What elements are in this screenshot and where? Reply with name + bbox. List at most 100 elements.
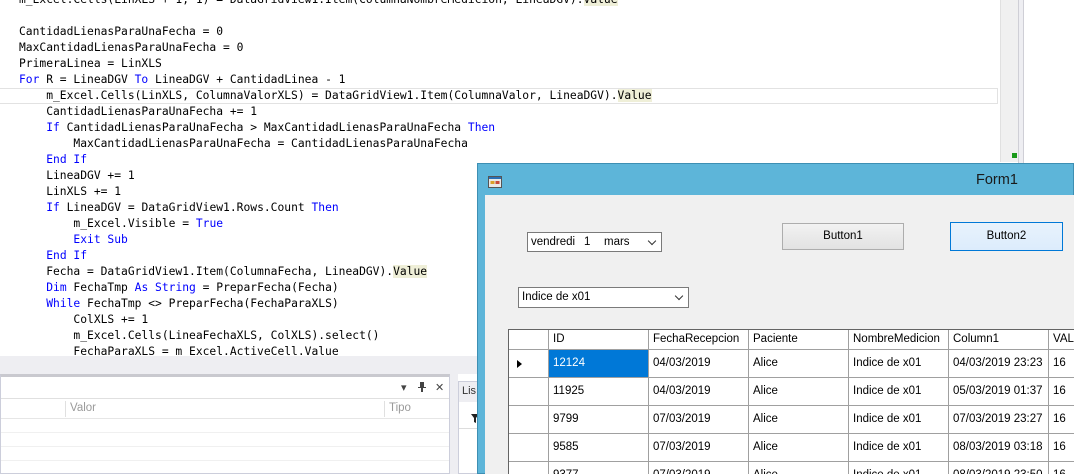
code-line: Fecha = DataGridView1.Item(ColumnaFecha,… <box>19 264 428 280</box>
code-token: CantidadLienasParaUnaFecha = 0 <box>19 25 224 38</box>
code-line: FechaParaXLS = m_Excel.ActiveCell.Value <box>19 344 339 356</box>
table-row[interactable]: 12124 04/03/2019 Alice Indice de x01 04/03/2… <box>509 350 1074 378</box>
grid-corner-header[interactable] <box>509 330 549 350</box>
column-header-value[interactable]: Valor <box>70 402 96 414</box>
code-token: CantidadLienasParaUnaFecha += 1 <box>19 105 258 118</box>
grid-cell[interactable]: 9377 <box>549 462 649 474</box>
grid-column-header[interactable]: FechaRecepcion <box>649 330 749 350</box>
code-token: ColXLS += 1 <box>19 313 149 326</box>
code-token: PrimeraLinea = LinXLS <box>19 57 162 70</box>
table-row[interactable]: 9799 07/03/2019 Alice Indice de x01 07/03/20… <box>509 406 1074 434</box>
code-keyword: Exit Sub <box>73 233 128 246</box>
code-token: FechaParaXLS = m_Excel.ActiveCell.Value <box>19 345 339 356</box>
date-month: mars <box>604 236 630 248</box>
grid-cell[interactable]: 07/03/2019 23:27 <box>949 406 1049 434</box>
code-line: End If <box>19 152 87 168</box>
button2[interactable]: Button2 <box>950 222 1063 251</box>
code-token: R = LineaDGV <box>39 73 135 86</box>
data-grid-view[interactable]: ID FechaRecepcion Paciente NombreMedicio… <box>508 329 1074 474</box>
grid-cell[interactable]: 9585 <box>549 434 649 462</box>
grid-cell[interactable]: Indice de x01 <box>849 378 949 406</box>
grid-cell[interactable]: 9799 <box>549 406 649 434</box>
grid-cell[interactable]: Indice de x01 <box>849 406 949 434</box>
grid-cell[interactable]: Indice de x01 <box>849 434 949 462</box>
grid-cell[interactable]: 07/03/2019 <box>649 434 749 462</box>
code-line: If LineaDGV = DataGridView1.Rows.Count T… <box>19 200 338 216</box>
grid-cell[interactable]: 07/03/2019 <box>649 462 749 474</box>
code-line: Dim FechaTmp As String = PreparFecha(Fec… <box>19 280 338 296</box>
code-line: MaxCantidadLienasParaUnaFecha = 0 <box>19 40 243 56</box>
row-header[interactable] <box>509 406 549 434</box>
pin-icon[interactable] <box>417 381 427 396</box>
grid-cell[interactable]: 04/03/2019 <box>649 378 749 406</box>
grid-column-header[interactable]: VAL <box>1049 330 1074 350</box>
grid-cell[interactable]: 08/03/2019 03:18 <box>949 434 1049 462</box>
code-token: CantidadLienasParaUnaFecha > MaxCantidad… <box>59 121 468 134</box>
grid-cell[interactable]: Indice de x01 <box>849 462 949 474</box>
row-header[interactable] <box>509 462 549 474</box>
locals-columns: Valor Tipo <box>1 399 449 419</box>
code-token: Fecha = DataGridView1.Item(ColumnaFecha,… <box>19 265 394 278</box>
grid-cell[interactable]: 12124 <box>549 350 649 378</box>
panel-splitter[interactable] <box>0 356 480 374</box>
dropdown-icon[interactable]: ▾ <box>401 381 407 394</box>
code-line: MaxCantidadLienasParaUnaFecha = Cantidad… <box>19 136 467 152</box>
grid-cell[interactable]: 05/03/2019 01:37 <box>949 378 1049 406</box>
code-token: m_Excel.Cells(LinXLS, ColumnaValorXLS) =… <box>19 89 618 102</box>
grid-column-header[interactable]: ID <box>549 330 649 350</box>
grid-cell[interactable]: Indice de x01 <box>849 350 949 378</box>
code-token: LineaDGV = DataGridView1.Rows.Count <box>59 201 312 214</box>
row-header[interactable] <box>509 434 549 462</box>
grid-column-header[interactable]: Paciente <box>749 330 849 350</box>
editor-right-margin <box>1018 0 1074 166</box>
grid-cell[interactable]: Alice <box>749 378 849 406</box>
grid-column-header[interactable]: Column1 <box>949 330 1049 350</box>
grid-cell[interactable]: 08/03/2019 23:50 <box>949 462 1049 474</box>
date-time-picker[interactable]: vendredi 1 mars <box>527 232 662 252</box>
panel-gap <box>450 374 458 474</box>
grid-cell[interactable]: 11925 <box>549 378 649 406</box>
close-icon[interactable]: ✕ <box>435 381 444 394</box>
row-header[interactable] <box>509 378 549 406</box>
grid-cell[interactable]: 04/03/2019 <box>649 350 749 378</box>
code-line: m_Excel.Cells(LineaFechaXLS, ColXLS).sel… <box>19 328 379 344</box>
grid-cell[interactable]: 16 <box>1049 350 1074 378</box>
table-row[interactable]: 9585 07/03/2019 Alice Indice de x01 08/03/20… <box>509 434 1074 462</box>
chevron-down-icon[interactable] <box>672 288 688 306</box>
table-row[interactable]: 11925 04/03/2019 Alice Indice de x01 05/03/2… <box>509 378 1074 406</box>
grid-cell[interactable]: Alice <box>749 462 849 474</box>
grid-cell[interactable]: Alice <box>749 406 849 434</box>
code-line: m_Excel.Visible = True <box>19 216 223 232</box>
column-header-type[interactable]: Tipo <box>389 402 411 414</box>
code-line: LinXLS += 1 <box>19 184 121 200</box>
editor-vertical-scrollbar[interactable] <box>1000 0 1018 162</box>
window-app-icon <box>488 173 502 188</box>
code-line: PrimeraLinea = LinXLS <box>19 56 162 72</box>
grid-cell[interactable]: Alice <box>749 434 849 462</box>
grid-cell[interactable]: 16 <box>1049 378 1074 406</box>
code-keyword: As String <box>134 281 196 294</box>
chevron-down-icon[interactable] <box>645 233 661 251</box>
code-token: Value <box>393 265 428 278</box>
grid-cell[interactable]: 16 <box>1049 434 1074 462</box>
grid-cell[interactable]: 16 <box>1049 462 1074 474</box>
code-line: CantidadLienasParaUnaFecha += 1 <box>19 104 257 120</box>
grid-cell[interactable]: 04/03/2019 23:23 <box>949 350 1049 378</box>
measurement-combobox[interactable]: Indice de x01 <box>518 287 689 308</box>
grid-cell[interactable]: Alice <box>749 350 849 378</box>
form1-titlebar[interactable]: Form1 <box>478 164 1074 195</box>
locals-panel: ▾ ✕ Valor Tipo <box>0 374 450 474</box>
grid-column-header[interactable]: NombreMedicion <box>849 330 949 350</box>
table-row[interactable]: 937707/03/2019AliceIndice de x0108/03/20… <box>509 462 1074 474</box>
current-row-arrow-icon <box>517 360 522 368</box>
grid-cell[interactable]: 07/03/2019 <box>649 406 749 434</box>
button1[interactable]: Button1 <box>782 223 904 250</box>
code-line: End If <box>19 248 87 264</box>
code-keyword: While <box>46 297 81 310</box>
grid-cell[interactable]: 16 <box>1049 406 1074 434</box>
row-header[interactable] <box>509 350 549 378</box>
